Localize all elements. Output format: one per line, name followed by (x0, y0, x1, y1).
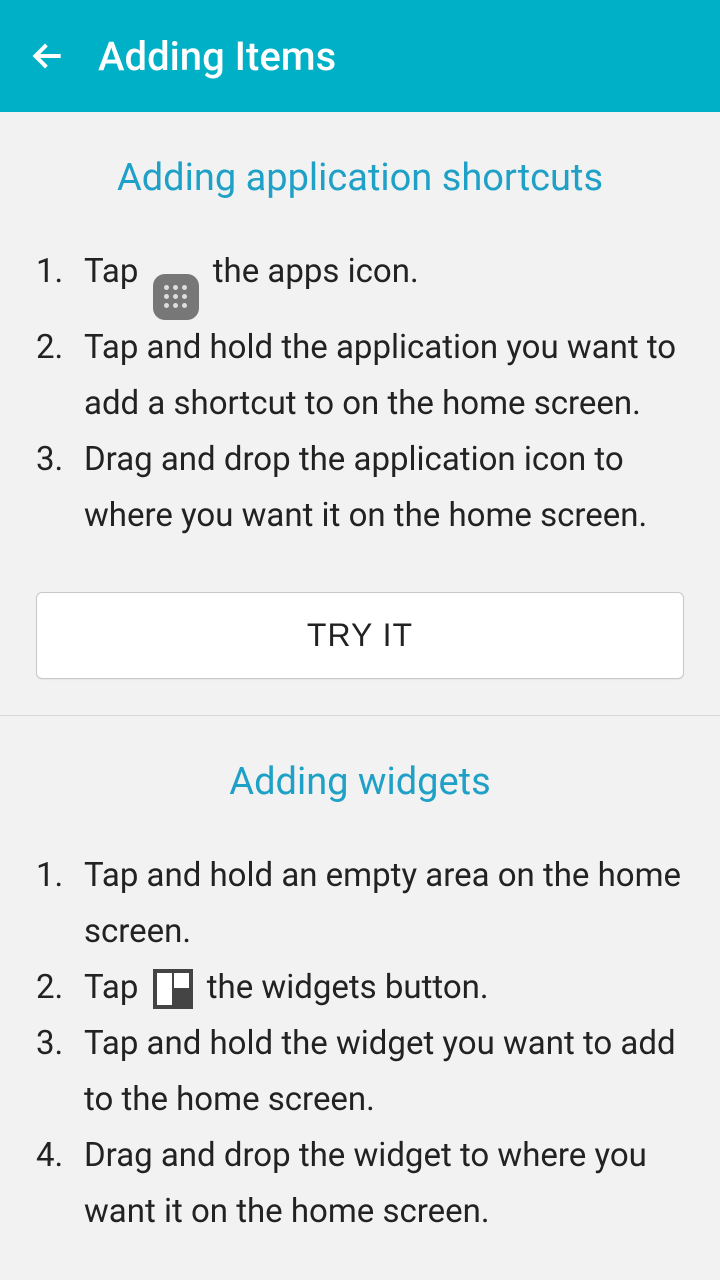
step-text-post: the apps icon. (213, 252, 419, 291)
step-text: Tap and hold an empty area on the home s… (84, 856, 681, 951)
step-item: Tap and hold an empty area on the home s… (36, 848, 684, 960)
arrow-left-icon (29, 37, 67, 75)
section-title: Adding widgets (36, 716, 684, 848)
step-item: Tap the widgets button. (36, 960, 684, 1016)
step-item: Tap the apps icon. (36, 244, 684, 320)
step-text: Drag and drop the widget to where you wa… (84, 1136, 647, 1231)
try-it-button[interactable]: TRY IT (36, 592, 684, 679)
page-title: Adding Items (98, 33, 336, 80)
step-text: Tap and hold the application you want to… (84, 328, 676, 423)
toolbar: Adding Items (0, 0, 720, 112)
steps-list: Tap the apps icon. Tap and hold the appl… (36, 244, 684, 544)
back-button[interactable] (20, 28, 76, 84)
section-shortcuts: Adding application shortcuts Tap the app… (0, 112, 720, 716)
apps-icon (153, 274, 199, 320)
step-item: Drag and drop the application icon to wh… (36, 432, 684, 544)
steps-list: Tap and hold an empty area on the home s… (36, 848, 684, 1241)
widgets-icon (153, 969, 193, 1009)
content-scroll[interactable]: Adding application shortcuts Tap the app… (0, 112, 720, 1280)
step-text-pre: Tap (84, 252, 147, 291)
section-widgets: Adding widgets Tap and hold an empty are… (0, 716, 720, 1280)
step-item: Tap and hold the widget you want to add … (36, 1016, 684, 1128)
step-text-pre: Tap (84, 968, 147, 1007)
section-title: Adding application shortcuts (36, 112, 684, 244)
step-text-post: the widgets button. (207, 968, 489, 1007)
step-text: Drag and drop the application icon to wh… (84, 440, 647, 535)
step-item: Tap and hold the application you want to… (36, 320, 684, 432)
step-item: Drag and drop the widget to where you wa… (36, 1128, 684, 1240)
step-text: Tap and hold the widget you want to add … (84, 1024, 676, 1119)
